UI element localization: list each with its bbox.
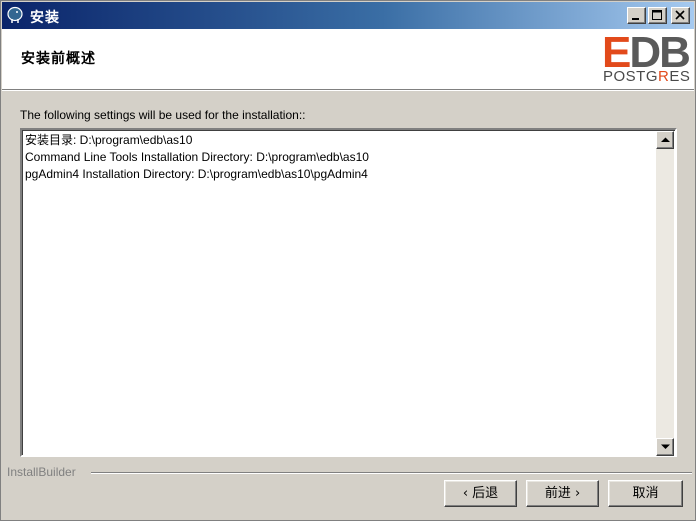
arrow-up-icon (661, 137, 670, 142)
header-panel: 安装前概述 EDB POSTGRES (2, 29, 694, 90)
scroll-up-button[interactable] (656, 131, 674, 149)
postgres-elephant-icon (6, 6, 24, 24)
minimize-icon (632, 18, 639, 20)
intro-text: The following settings will be used for … (20, 108, 306, 122)
back-button[interactable]: ‹ 后退 (444, 480, 517, 507)
window-title: 安装 (30, 10, 60, 26)
header-divider (2, 90, 694, 91)
title-bar[interactable]: 安装 (2, 2, 694, 29)
page-title: 安装前概述 (21, 51, 96, 67)
arrow-down-icon (661, 444, 670, 449)
cancel-button[interactable]: 取消 (608, 480, 683, 507)
settings-line: 安装目录: D:\program\edb\as10 (25, 133, 193, 147)
maximize-button[interactable] (648, 7, 667, 24)
settings-line: Command Line Tools Installation Director… (25, 150, 369, 164)
settings-lines: 安装目录: D:\program\edb\as10 Command Line T… (25, 132, 369, 183)
maximize-icon (652, 10, 662, 20)
vertical-scrollbar[interactable] (656, 131, 674, 456)
installbuilder-label: InstallBuilder (7, 465, 76, 479)
minimize-button[interactable] (627, 7, 646, 24)
settings-summary-textarea[interactable]: 安装目录: D:\program\edb\as10 Command Line T… (20, 128, 677, 457)
settings-line: pgAdmin4 Installation Directory: D:\prog… (25, 167, 368, 181)
installer-window: 安装 安装前概述 EDB POSTGRES The following sett… (0, 0, 696, 521)
footer-divider (91, 472, 692, 473)
close-icon (675, 10, 685, 20)
edb-postgres-logo: EDB POSTGRES (600, 31, 692, 87)
scroll-down-button[interactable] (656, 438, 674, 456)
logo-sub-text: POSTGRES (603, 68, 691, 85)
close-button[interactable] (671, 7, 690, 24)
next-button[interactable]: 前进 › (526, 480, 599, 507)
